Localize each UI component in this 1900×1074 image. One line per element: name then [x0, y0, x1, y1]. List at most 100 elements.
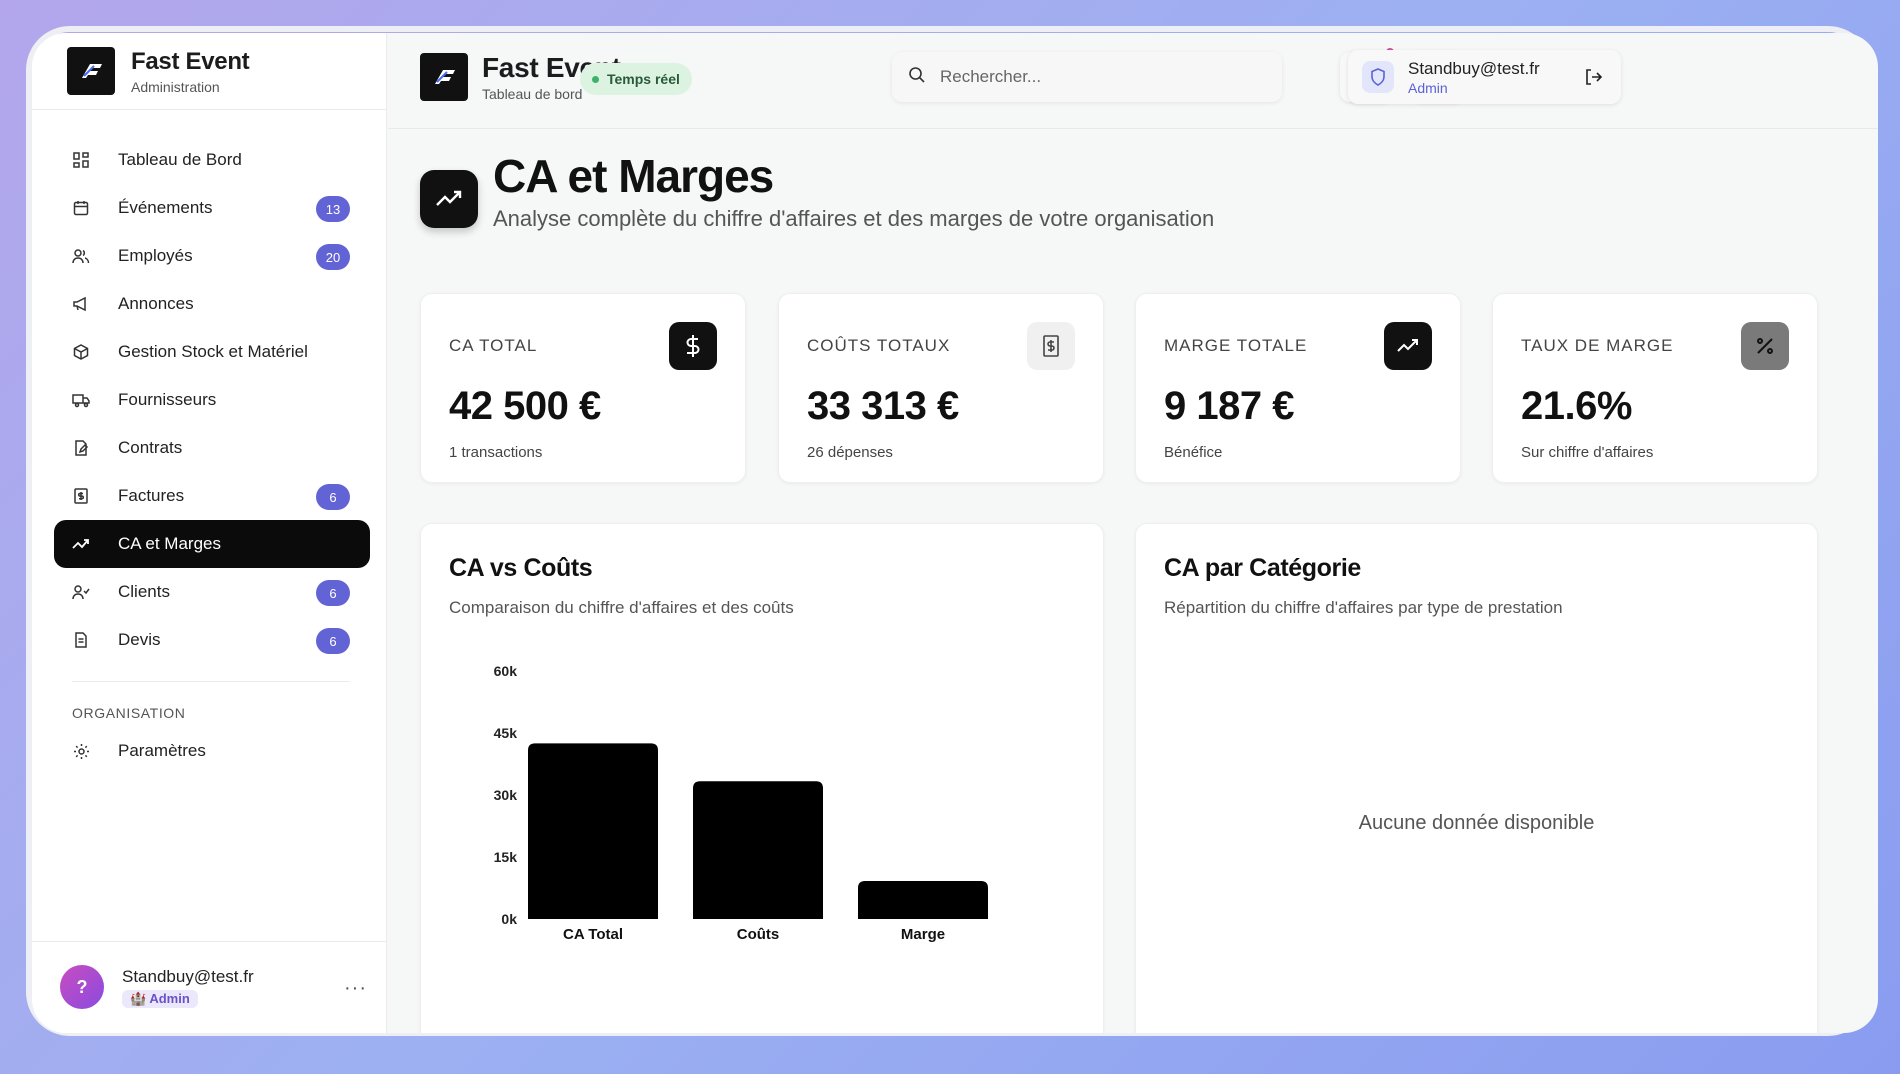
sidebar-item-label: Devis	[118, 630, 161, 649]
header-user-menu[interactable]: Standbuy@test.fr Admin	[1348, 50, 1621, 104]
sidebar-item-contrats[interactable]: Contrats	[54, 424, 370, 472]
stat-card-taux-de-marge: TAUX DE MARGE 21.6% Sur chiffre d'affair…	[1492, 293, 1818, 483]
bar-marge[interactable]	[858, 881, 988, 919]
y-tick-label: 30k	[494, 787, 518, 803]
x-tick-label: Marge	[901, 926, 945, 943]
section-label-organisation: ORGANISATION	[72, 705, 186, 721]
sidebar-item-label: Employés	[118, 246, 193, 265]
stat-label: TAUX DE MARGE	[1521, 336, 1674, 355]
truck-icon	[72, 391, 90, 409]
sidebar-item-evenements[interactable]: Événements 13	[54, 184, 370, 232]
count-badge: 6	[316, 580, 350, 606]
sidebar-item-parametres[interactable]: Paramètres	[54, 727, 370, 775]
bar-ca-total[interactable]	[528, 743, 658, 919]
sidebar-brand-title: Fast Event	[131, 47, 250, 75]
y-tick-label: 0k	[501, 911, 517, 927]
app-window: Fast Event Administration Tableau de Bor…	[32, 33, 1878, 1033]
stat-card-marge-totale: MARGE TOTALE 9 187 € Bénéfice	[1135, 293, 1461, 483]
realtime-label: Temps réel	[607, 71, 680, 87]
y-tick-label: 45k	[494, 725, 518, 741]
sidebar-item-clients[interactable]: Clients 6	[54, 568, 370, 616]
receipt-dollar-icon	[1027, 322, 1075, 370]
stat-note: Bénéfice	[1164, 444, 1223, 461]
file-text-icon	[72, 631, 90, 649]
y-tick-label: 60k	[494, 663, 518, 679]
stat-value: 9 187 €	[1164, 384, 1294, 428]
trending-up-icon	[1384, 322, 1432, 370]
bar-chart: 60k 45k 30k 15k 0k CA Total Coûts Marge	[494, 663, 988, 943]
realtime-status-badge: Temps réel	[580, 63, 692, 95]
stat-card-ca-total: CA TOTAL 42 500 € 1 transactions	[420, 293, 746, 483]
sidebar-item-label: Paramètres	[118, 741, 206, 760]
sidebar-item-label: CA et Marges	[118, 534, 221, 553]
count-badge: 20	[316, 244, 350, 270]
stat-note: 1 transactions	[449, 444, 543, 461]
divider	[72, 681, 350, 682]
sidebar-item-label: Tableau de Bord	[118, 150, 242, 169]
trending-up-icon	[420, 170, 478, 228]
stat-value: 33 313 €	[807, 384, 959, 428]
chart-subtitle: Répartition du chiffre d'affaires par ty…	[1164, 598, 1563, 617]
stat-note: Sur chiffre d'affaires	[1521, 444, 1654, 461]
top-header: Fast Event Tableau de bord Temps réel St…	[388, 33, 1878, 129]
sidebar-user-profile[interactable]: ? Standbuy@test.fr 🏰 Admin	[60, 965, 254, 1009]
gear-icon	[72, 742, 90, 760]
page-subtitle: Analyse complète du chiffre d'affaires e…	[493, 206, 1215, 231]
sidebar-item-label: Gestion Stock et Matériel	[118, 342, 308, 361]
header-user-name: Standbuy@test.fr	[1408, 58, 1540, 78]
stat-note: 26 dépenses	[807, 444, 893, 461]
user-check-icon	[72, 583, 90, 601]
status-dot-icon	[592, 75, 599, 83]
chart-card-ca-par-categorie: CA par Catégorie Répartition du chiffre …	[1135, 523, 1818, 1033]
logout-icon[interactable]	[1583, 67, 1603, 92]
role-badge: 🏰 Admin	[122, 989, 198, 1008]
count-badge: 6	[316, 628, 350, 654]
chart-card-ca-vs-couts: CA vs Coûts Comparaison du chiffre d'aff…	[420, 523, 1104, 1033]
divider	[32, 109, 387, 110]
x-tick-label: Coûts	[737, 926, 780, 943]
sidebar-item-fournisseurs[interactable]: Fournisseurs	[54, 376, 370, 424]
trending-up-icon	[72, 535, 90, 553]
chart-title: CA par Catégorie	[1164, 554, 1361, 582]
dollar-icon	[669, 322, 717, 370]
sidebar-item-factures[interactable]: Factures 6	[54, 472, 370, 520]
sidebar-item-devis[interactable]: Devis 6	[54, 616, 370, 664]
sidebar-item-gestion-stock[interactable]: Gestion Stock et Matériel	[54, 328, 370, 376]
stat-label: CA TOTAL	[449, 336, 538, 355]
bar-coûts[interactable]	[693, 781, 823, 919]
x-tick-label: CA Total	[563, 926, 623, 943]
package-icon	[72, 343, 90, 361]
sidebar-item-tableau-de-bord[interactable]: Tableau de Bord	[54, 136, 370, 184]
sidebar-item-label: Factures	[118, 486, 185, 505]
sidebar-user-name: Standbuy@test.fr	[122, 966, 254, 986]
stat-label: COÛTS TOTAUX	[807, 336, 951, 355]
sidebar-item-employes[interactable]: Employés 20	[54, 232, 370, 280]
sidebar-item-ca-et-marges[interactable]: CA et Marges	[54, 520, 370, 568]
stat-value: 21.6%	[1521, 384, 1632, 428]
sidebar-item-label: Événements	[118, 198, 213, 217]
percent-icon	[1741, 322, 1789, 370]
sidebar-item-label: Contrats	[118, 438, 183, 457]
sidebar-brand[interactable]: Fast Event Administration	[67, 47, 250, 95]
search-bar[interactable]	[892, 52, 1282, 102]
sidebar-item-label: Annonces	[118, 294, 194, 313]
more-options-icon[interactable]: ···	[344, 977, 367, 1000]
stat-card-couts-totaux: COÛTS TOTAUX 33 313 € 26 dépenses	[778, 293, 1104, 483]
count-badge: 6	[316, 484, 350, 510]
sidebar-item-label: Clients	[118, 582, 170, 601]
file-edit-icon	[72, 439, 90, 457]
sidebar-item-label: Fournisseurs	[118, 390, 217, 409]
stat-value: 42 500 €	[449, 384, 601, 428]
search-icon	[908, 66, 926, 89]
search-input[interactable]	[940, 67, 1240, 87]
fast-event-logo-icon	[420, 53, 468, 101]
shield-icon	[1362, 61, 1394, 93]
empty-state-message: Aucune donnée disponible	[1358, 812, 1595, 834]
sidebar-item-annonces[interactable]: Annonces	[54, 280, 370, 328]
count-badge: 13	[316, 196, 350, 222]
calendar-icon	[72, 199, 90, 217]
sidebar-nav: Tableau de Bord Événements 13 Employés 2…	[54, 136, 370, 664]
megaphone-icon	[72, 295, 90, 313]
stat-label: MARGE TOTALE	[1164, 336, 1308, 355]
avatar: ?	[60, 965, 104, 1009]
